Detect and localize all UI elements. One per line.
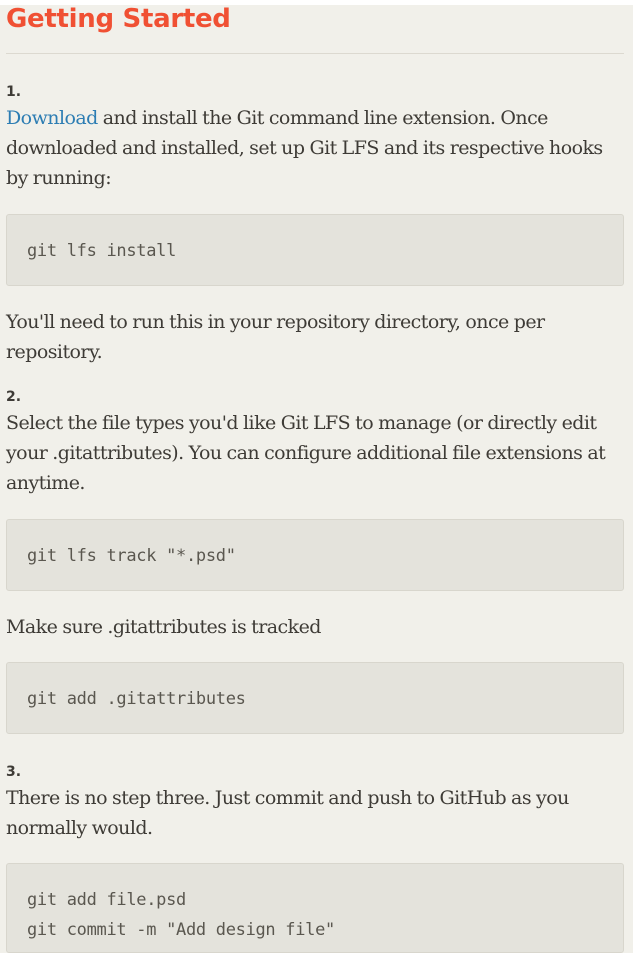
code-block-lfs-track[interactable]: git lfs track "*.psd" bbox=[6, 519, 624, 591]
code-line: git add .gitattributes bbox=[27, 689, 246, 709]
step-3-text: There is no step three. Just commit and … bbox=[6, 787, 569, 839]
download-link[interactable]: Download bbox=[6, 107, 98, 129]
code-line: git commit -m "Add design file" bbox=[27, 920, 335, 940]
step-1-note: You'll need to run this in your reposito… bbox=[6, 311, 545, 363]
code-block-commit[interactable]: git add file.psd git commit -m "Add desi… bbox=[6, 863, 624, 953]
step-3-number: 3. bbox=[6, 764, 22, 780]
code-line: git add file.psd bbox=[27, 890, 186, 910]
code-block-lfs-install[interactable]: git lfs install bbox=[6, 214, 624, 286]
code-line: git lfs install bbox=[27, 241, 177, 261]
code-line: git lfs track "*.psd" bbox=[27, 546, 236, 566]
title-divider bbox=[6, 53, 624, 54]
step-1-number: 1. bbox=[6, 84, 22, 100]
getting-started-section: Getting Started 1. Download and install … bbox=[6, 0, 624, 953]
step-1-text: Download and install the Git command lin… bbox=[6, 103, 624, 193]
code-block-add-gitattributes[interactable]: git add .gitattributes bbox=[6, 662, 624, 734]
step-2-note: Make sure .gitattributes is tracked bbox=[6, 616, 321, 638]
step-2-number: 2. bbox=[6, 389, 22, 405]
step-2-text: Select the file types you'd like Git LFS… bbox=[6, 412, 606, 494]
section-title: Getting Started bbox=[6, 4, 231, 34]
